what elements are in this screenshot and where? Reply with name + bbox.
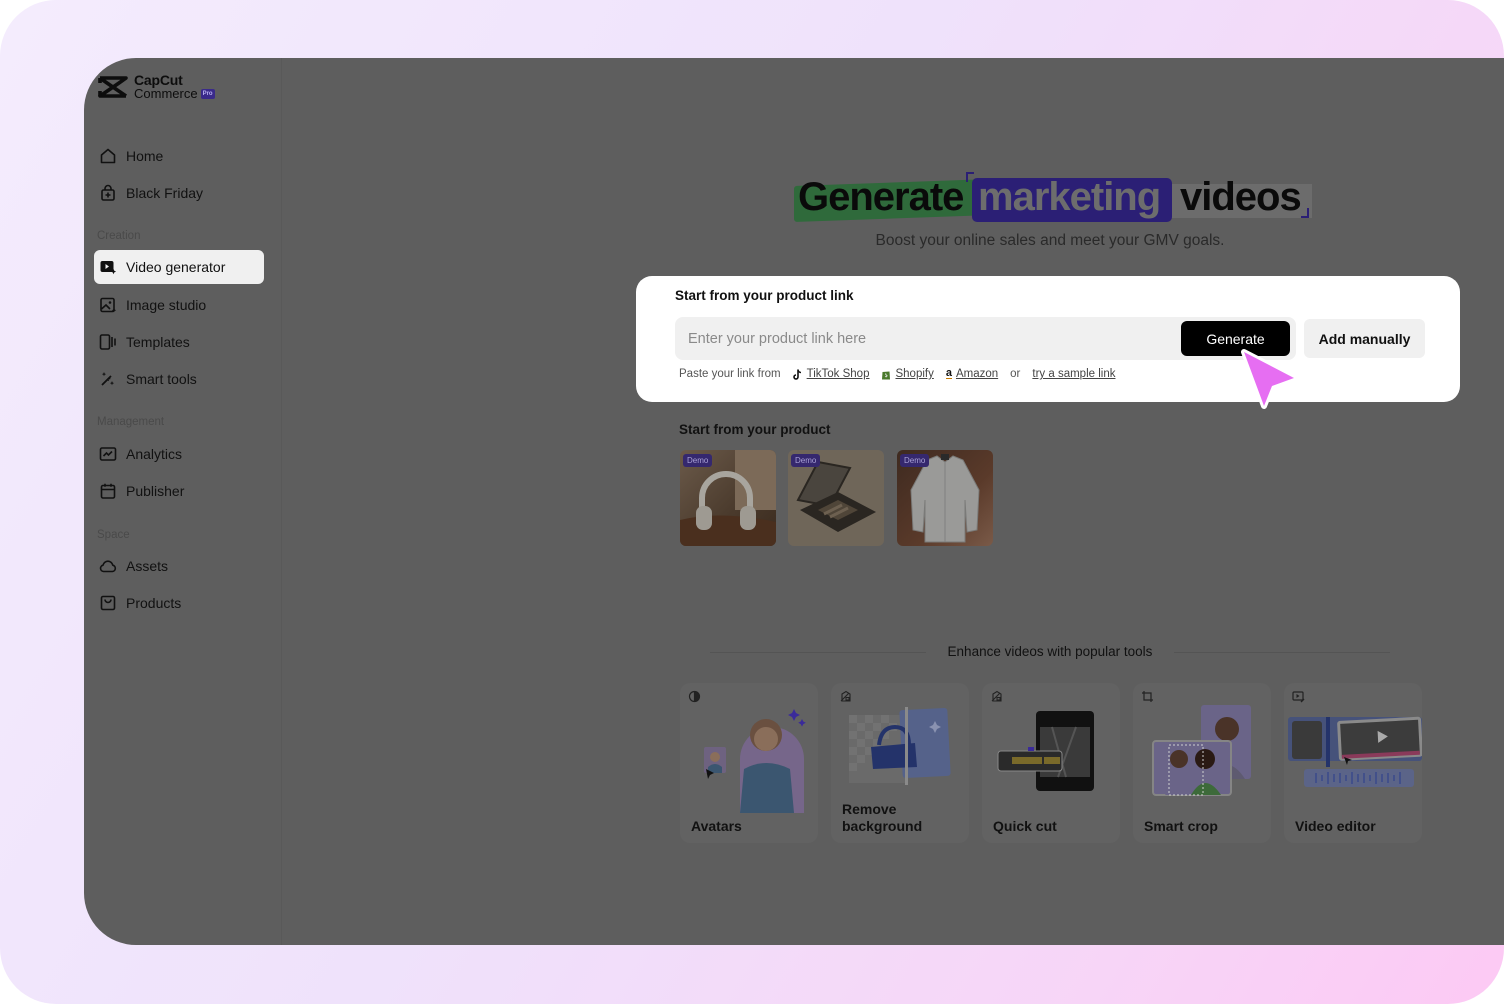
section-title-space: Space bbox=[97, 529, 130, 541]
tools-heading: Enhance videos with popular tools bbox=[710, 644, 1390, 660]
video-edit-icon bbox=[1292, 691, 1305, 703]
paste-link-hint: Paste your link from TikTok Shop Shopify… bbox=[679, 367, 1115, 381]
add-manually-button[interactable]: Add manually bbox=[1304, 319, 1425, 358]
background-frame: CapCut Commerce Pro Home Black Friday Cr… bbox=[0, 0, 1504, 1004]
sidebar-item-products[interactable]: Products bbox=[94, 586, 264, 620]
paste-prefix: Paste your link from bbox=[679, 368, 781, 380]
tools-heading-text: Enhance videos with popular tools bbox=[947, 644, 1153, 659]
tiktok-icon bbox=[792, 368, 801, 380]
sample-link[interactable]: try a sample link bbox=[1032, 368, 1115, 380]
video-sparkle-icon bbox=[100, 261, 117, 275]
tool-label: Avatars bbox=[691, 818, 742, 834]
shopify-link[interactable]: Shopify bbox=[895, 368, 933, 380]
tool-card-remove-background[interactable]: Remove background bbox=[831, 683, 969, 843]
product-tile-headphones[interactable]: Demo bbox=[680, 450, 776, 546]
sidebar-item-analytics[interactable]: Analytics bbox=[94, 437, 264, 471]
product-link-card: Start from your product link Generate Ad… bbox=[636, 276, 1460, 402]
tool-label: Video editor bbox=[1295, 818, 1376, 834]
shopify-icon bbox=[882, 371, 891, 379]
sidebar-item-label: Black Friday bbox=[126, 185, 204, 201]
demo-badge: Demo bbox=[683, 454, 713, 467]
sidebar-item-video-generator[interactable]: Video generator bbox=[94, 250, 264, 284]
page-title: Generate marketing videos bbox=[794, 172, 1314, 224]
sidebar-item-image-studio[interactable]: Image studio bbox=[94, 288, 264, 322]
sidebar-item-black-friday[interactable]: Black Friday bbox=[94, 176, 264, 210]
product-link-field: Generate bbox=[675, 317, 1296, 360]
demo-badge: Demo bbox=[791, 454, 821, 467]
sidebar-item-label: Products bbox=[126, 595, 182, 611]
product-box-icon bbox=[100, 595, 116, 611]
sidebar-item-home[interactable]: Home bbox=[94, 139, 264, 173]
tool-label: Quick cut bbox=[993, 818, 1057, 834]
quick-cut-illustration bbox=[997, 711, 1094, 791]
cloud-icon bbox=[99, 560, 117, 573]
pro-badge: Pro bbox=[200, 88, 215, 99]
analytics-icon bbox=[99, 447, 117, 461]
cursor-pointer-icon bbox=[1241, 349, 1297, 409]
tool-card-smart-crop[interactable]: Smart crop bbox=[1133, 683, 1271, 843]
or-text: or bbox=[1010, 368, 1021, 380]
sidebar-item-label: Assets bbox=[126, 558, 169, 574]
amazon-icon: a bbox=[945, 367, 952, 379]
tiktok-shop-link[interactable]: TikTok Shop bbox=[807, 368, 870, 380]
section-title-management: Management bbox=[97, 416, 165, 428]
title-word-marketing: marketing bbox=[978, 175, 1161, 219]
sidebar-item-smart-tools[interactable]: Smart tools bbox=[94, 362, 264, 396]
templates-icon bbox=[99, 334, 116, 350]
page-subtitle: Boost your online sales and meet your GM… bbox=[875, 232, 1225, 249]
tool-card-quick-cut[interactable]: Quick cut bbox=[982, 683, 1120, 843]
sidebar: CapCut Commerce Pro Home Black Friday Cr… bbox=[84, 58, 282, 945]
remove-background-icon bbox=[840, 690, 851, 702]
sidebar-item-label: Templates bbox=[126, 334, 190, 350]
title-word-videos: videos bbox=[1180, 175, 1302, 219]
quick-cut-icon bbox=[991, 690, 1002, 702]
product-tile-shirt[interactable]: Demo bbox=[897, 450, 993, 546]
bracket-decoration bbox=[966, 172, 974, 182]
smart-crop-illustration bbox=[1152, 705, 1251, 796]
sidebar-item-label: Analytics bbox=[126, 446, 183, 462]
brand-subname: Commerce bbox=[134, 86, 198, 101]
product-link-label: Start from your product link bbox=[675, 288, 854, 303]
tool-label: Smart crop bbox=[1144, 818, 1218, 834]
calendar-icon bbox=[100, 483, 116, 499]
title-word-generate: Generate bbox=[798, 175, 964, 219]
sidebar-item-publisher[interactable]: Publisher bbox=[94, 474, 264, 508]
sidebar-item-label: Video generator bbox=[126, 259, 226, 275]
start-from-product-label: Start from your product bbox=[679, 422, 831, 437]
capcut-logo-icon bbox=[98, 76, 128, 98]
tool-card-avatars[interactable]: Avatars bbox=[680, 683, 818, 843]
video-editor-illustration bbox=[1288, 716, 1422, 787]
product-link-input[interactable] bbox=[675, 317, 1175, 360]
app-window: CapCut Commerce Pro Home Black Friday Cr… bbox=[84, 58, 1504, 945]
tool-card-video-editor[interactable]: Video editor bbox=[1284, 683, 1422, 843]
demo-badge: Demo bbox=[900, 454, 930, 467]
crop-icon bbox=[1142, 691, 1153, 702]
avatars-illustration bbox=[704, 709, 806, 813]
tool-label: Remove background bbox=[842, 801, 923, 834]
section-title-creation: Creation bbox=[97, 230, 141, 242]
sidebar-item-label: Home bbox=[126, 148, 164, 164]
shopping-bag-plus-icon bbox=[101, 184, 115, 201]
bracket-decoration bbox=[1301, 208, 1309, 218]
sidebar-item-templates[interactable]: Templates bbox=[94, 325, 264, 359]
image-sparkle-icon bbox=[100, 297, 117, 313]
remove-background-illustration bbox=[849, 707, 951, 785]
product-tile-eyeshadow[interactable]: Demo bbox=[788, 450, 884, 546]
home-icon bbox=[100, 148, 116, 164]
sidebar-item-label: Smart tools bbox=[126, 371, 197, 387]
logo[interactable]: CapCut Commerce Pro bbox=[97, 73, 215, 101]
sidebar-item-assets[interactable]: Assets bbox=[94, 549, 264, 583]
sidebar-item-label: Publisher bbox=[126, 483, 185, 499]
sidebar-item-label: Image studio bbox=[126, 297, 207, 313]
amazon-link[interactable]: Amazon bbox=[956, 368, 998, 380]
magic-wand-icon bbox=[101, 372, 115, 386]
